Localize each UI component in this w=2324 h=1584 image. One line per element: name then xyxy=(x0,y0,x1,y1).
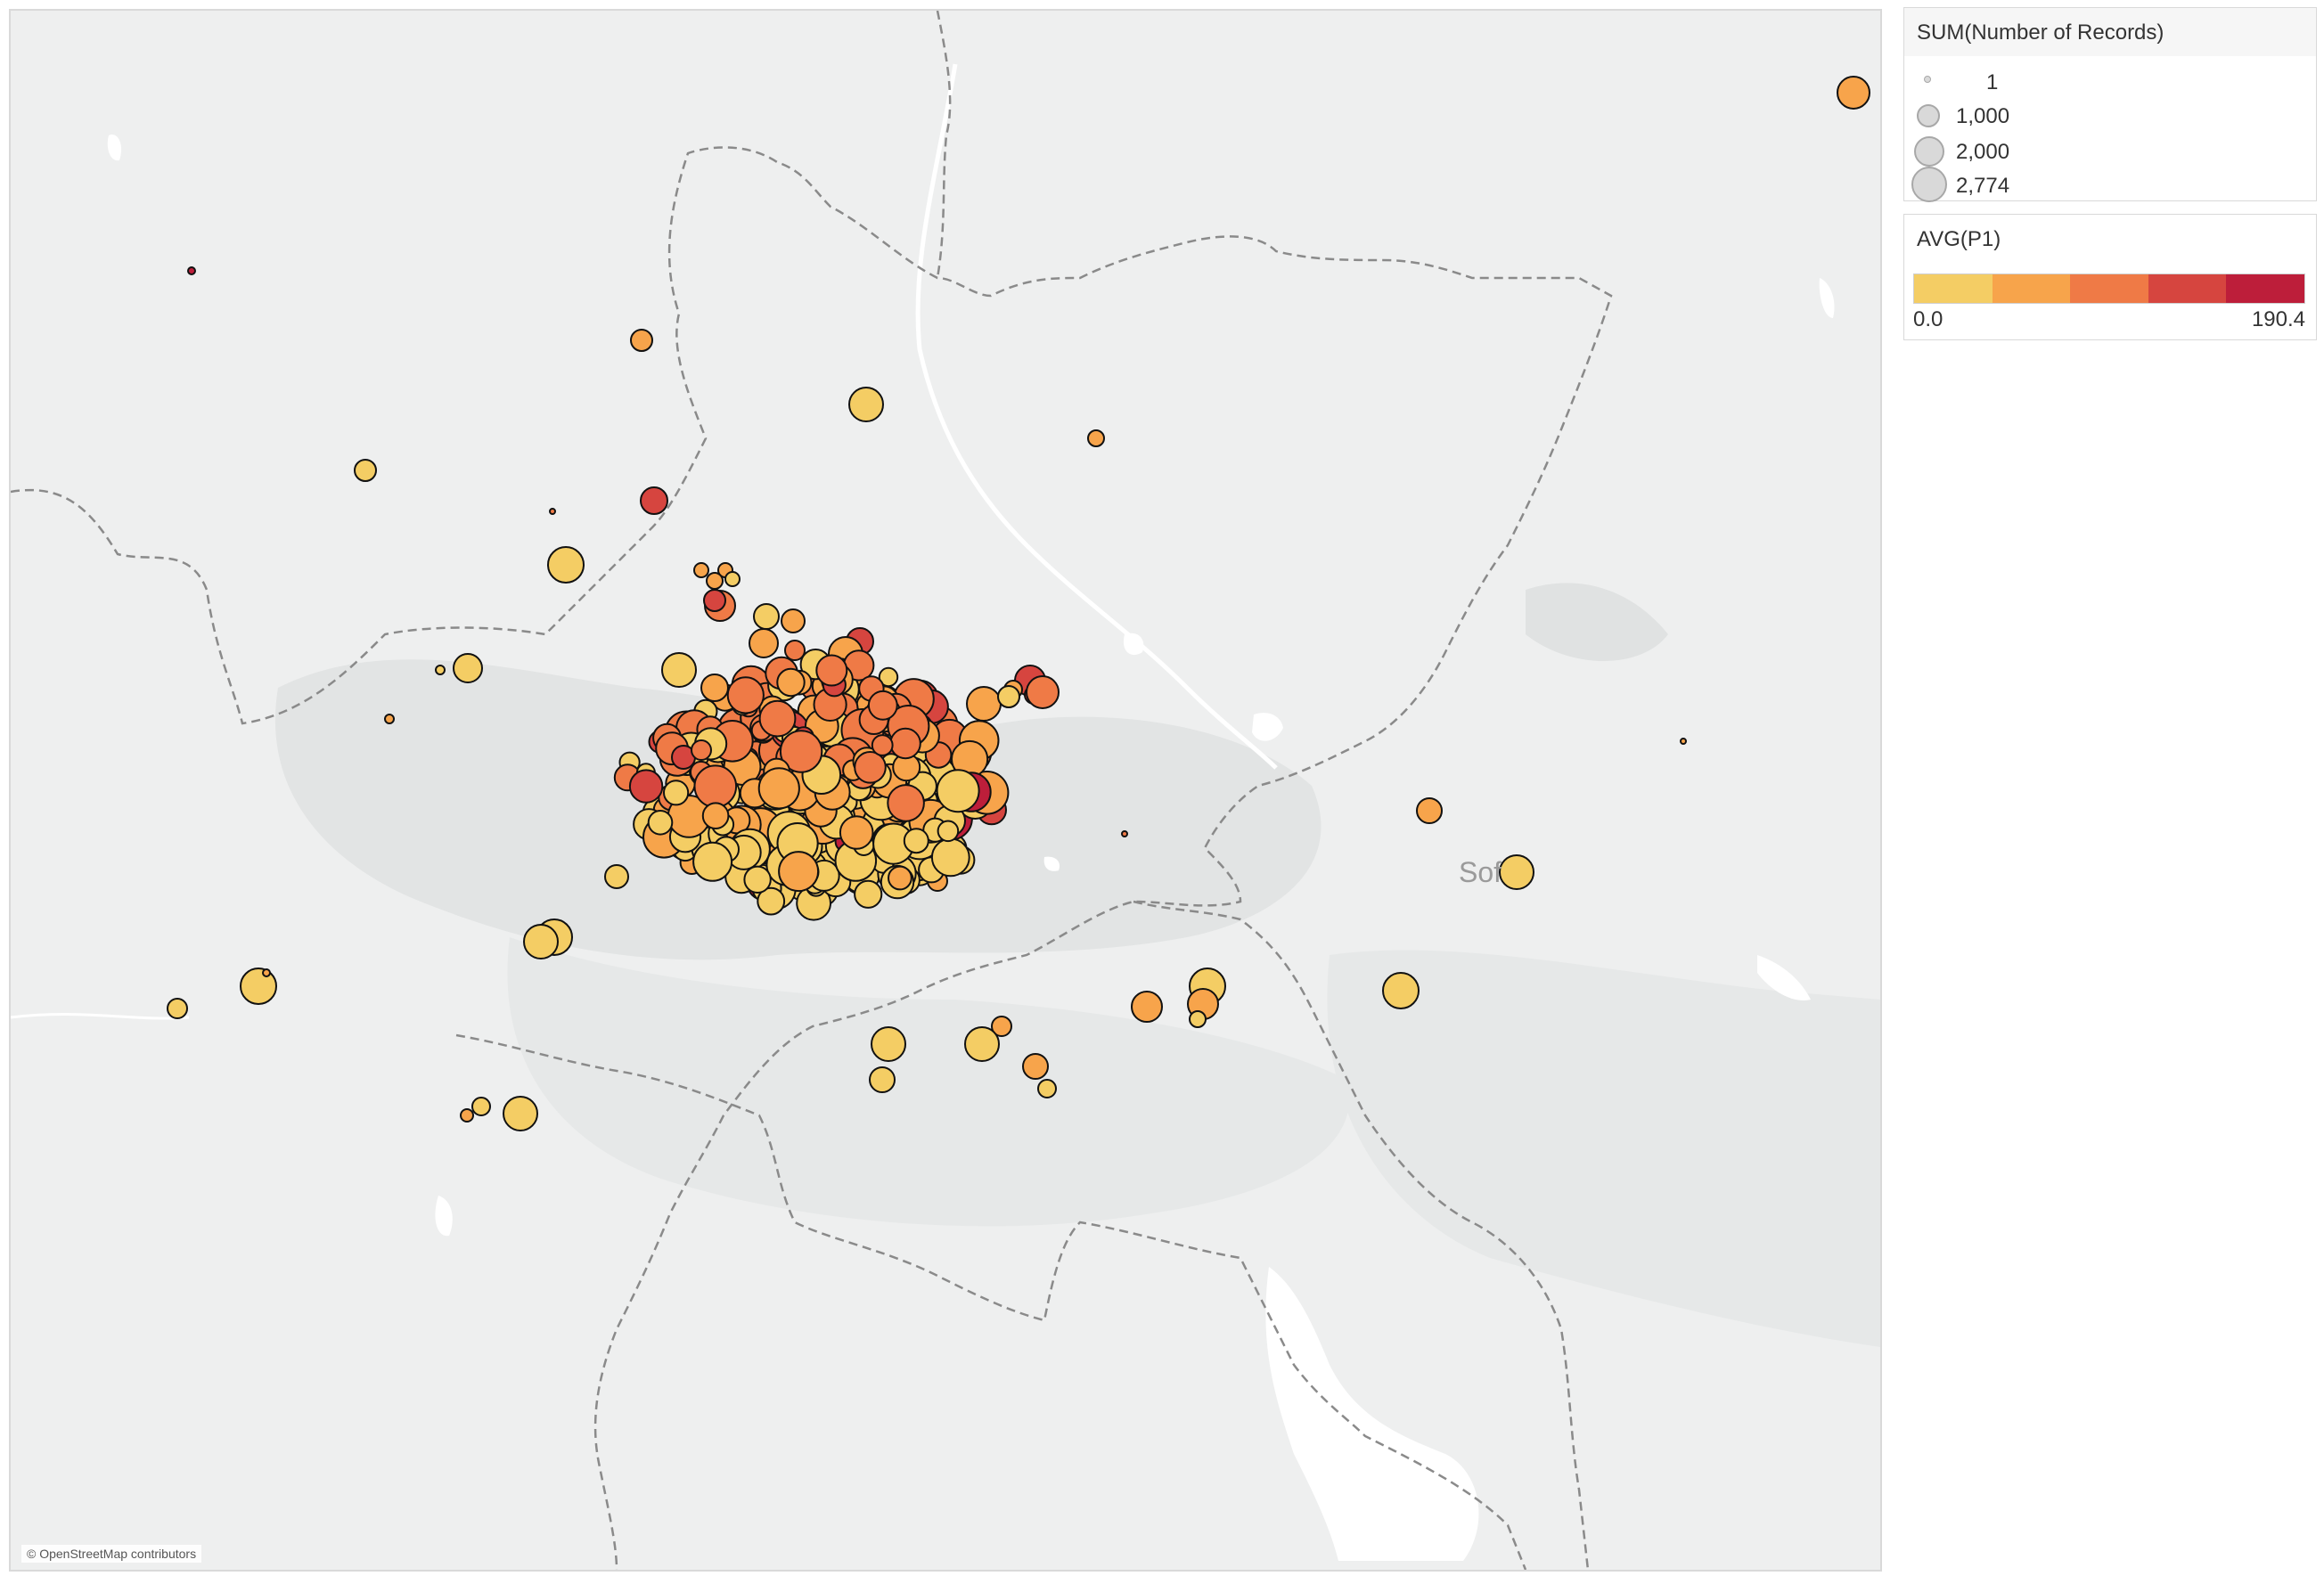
data-point-marker[interactable] xyxy=(848,387,884,422)
data-point-marker[interactable] xyxy=(460,1108,474,1123)
data-point-marker[interactable] xyxy=(815,654,848,687)
data-point-marker[interactable] xyxy=(547,546,585,584)
data-point-marker[interactable] xyxy=(700,674,729,702)
data-point-marker[interactable] xyxy=(724,571,741,587)
data-point-marker[interactable] xyxy=(1499,854,1534,890)
data-point-marker[interactable] xyxy=(871,1026,906,1062)
data-point-marker[interactable] xyxy=(757,767,800,810)
color-legend-max: 190.4 xyxy=(2251,307,2305,331)
map-attribution[interactable]: © OpenStreetMap contributors xyxy=(21,1545,202,1563)
data-point-marker[interactable] xyxy=(1416,797,1443,824)
data-point-marker[interactable] xyxy=(503,1096,538,1131)
data-point-marker[interactable] xyxy=(703,589,726,612)
data-point-marker[interactable] xyxy=(453,653,483,683)
data-point-marker[interactable] xyxy=(936,769,980,813)
color-ramp-step xyxy=(2226,274,2304,303)
data-point-marker[interactable] xyxy=(726,676,765,714)
data-point-marker[interactable] xyxy=(964,1026,1000,1062)
place-label-sofia: Sof xyxy=(1459,856,1502,888)
data-point-marker[interactable] xyxy=(471,1097,491,1116)
size-legend-circle xyxy=(1914,136,1944,167)
data-point-marker[interactable] xyxy=(1382,972,1420,1009)
data-point-marker[interactable] xyxy=(663,780,690,806)
color-ramp-step xyxy=(2148,274,2227,303)
data-point-marker[interactable] xyxy=(854,879,883,909)
size-legend-circle xyxy=(1911,167,1947,202)
data-point-marker[interactable] xyxy=(743,865,772,894)
data-point-marker[interactable] xyxy=(523,924,559,959)
data-point-marker[interactable] xyxy=(753,603,780,630)
size-legend-item[interactable]: 1,000 xyxy=(1904,102,2172,138)
data-point-marker[interactable] xyxy=(997,685,1020,708)
color-ramp-step xyxy=(1992,274,2071,303)
size-legend-label: 1,000 xyxy=(1956,104,2010,128)
data-point-marker[interactable] xyxy=(647,810,674,836)
data-point-marker[interactable] xyxy=(435,665,446,675)
color-legend: AVG(P1) 0.0 190.4 xyxy=(1903,214,2317,340)
data-point-marker[interactable] xyxy=(640,486,668,515)
data-point-marker[interactable] xyxy=(867,690,898,721)
color-legend-title: AVG(P1) xyxy=(1917,227,2001,251)
data-point-marker[interactable] xyxy=(869,1066,896,1093)
data-point-marker[interactable] xyxy=(549,508,556,515)
data-point-marker[interactable] xyxy=(628,769,664,804)
data-point-marker[interactable] xyxy=(1837,76,1870,110)
size-legend-label: 1 xyxy=(1986,70,1999,94)
data-point-marker[interactable] xyxy=(692,841,733,882)
data-point-marker[interactable] xyxy=(758,699,797,738)
data-point-marker[interactable] xyxy=(240,968,277,1005)
color-ramp-step xyxy=(1914,274,1993,303)
data-point-marker[interactable] xyxy=(1022,1053,1049,1080)
size-legend: SUM(Number of Records) 1 1,000 2,000 2,7… xyxy=(1903,7,2317,204)
data-point-marker[interactable] xyxy=(1087,429,1105,447)
color-ramp-step xyxy=(2070,274,2148,303)
data-point-marker[interactable] xyxy=(354,459,377,482)
color-legend-min: 0.0 xyxy=(1913,307,1943,331)
size-legend-label: 2,000 xyxy=(1956,140,2010,164)
data-point-marker[interactable] xyxy=(1131,991,1163,1023)
data-point-marker[interactable] xyxy=(604,864,629,889)
data-point-marker[interactable] xyxy=(693,562,709,578)
size-legend-label: 2,774 xyxy=(1956,174,2010,198)
data-point-marker[interactable] xyxy=(889,727,921,760)
data-point-marker[interactable] xyxy=(661,652,697,688)
data-point-marker[interactable] xyxy=(693,764,738,809)
size-legend-item[interactable]: 2,000 xyxy=(1904,136,2172,172)
size-legend-circle xyxy=(1917,104,1940,127)
data-point-marker[interactable] xyxy=(903,828,929,854)
data-point-marker[interactable] xyxy=(1026,675,1060,709)
data-point-marker[interactable] xyxy=(930,837,970,878)
data-point-marker[interactable] xyxy=(839,815,874,850)
data-point-marker[interactable] xyxy=(384,714,395,724)
data-point-marker[interactable] xyxy=(887,784,925,822)
data-point-marker[interactable] xyxy=(781,608,806,633)
data-point-marker[interactable] xyxy=(1680,738,1687,745)
data-point-marker[interactable] xyxy=(854,751,887,784)
data-point-marker[interactable] xyxy=(1189,1010,1207,1028)
data-point-marker[interactable] xyxy=(749,628,779,658)
data-point-marker[interactable] xyxy=(888,865,912,891)
data-point-marker[interactable] xyxy=(701,802,730,830)
data-point-marker[interactable] xyxy=(871,734,894,756)
data-point-marker[interactable] xyxy=(1037,1079,1057,1098)
map-canvas[interactable]: Sof xyxy=(11,11,1880,1570)
data-point-marker[interactable] xyxy=(262,968,271,977)
data-point-marker[interactable] xyxy=(691,739,712,761)
color-ramp[interactable] xyxy=(1913,274,2305,304)
data-point-marker[interactable] xyxy=(187,266,196,275)
size-legend-item[interactable]: 2,774 xyxy=(1904,167,2172,204)
data-point-marker[interactable] xyxy=(784,640,806,661)
size-legend-circle xyxy=(1924,76,1931,83)
data-point-marker[interactable] xyxy=(630,329,653,352)
data-point-marker[interactable] xyxy=(776,667,806,698)
size-legend-title: SUM(Number of Records) xyxy=(1917,20,2164,45)
data-point-marker[interactable] xyxy=(1121,830,1128,837)
map-view[interactable]: Sof © OpenStreetMap contributors xyxy=(9,9,1882,1572)
data-point-marker[interactable] xyxy=(706,572,724,590)
data-point-marker[interactable] xyxy=(778,851,820,893)
data-point-marker[interactable] xyxy=(937,820,960,843)
data-point-marker[interactable] xyxy=(167,998,188,1019)
size-legend-item[interactable]: 1 xyxy=(1904,69,2172,104)
data-point-marker[interactable] xyxy=(966,686,1002,722)
